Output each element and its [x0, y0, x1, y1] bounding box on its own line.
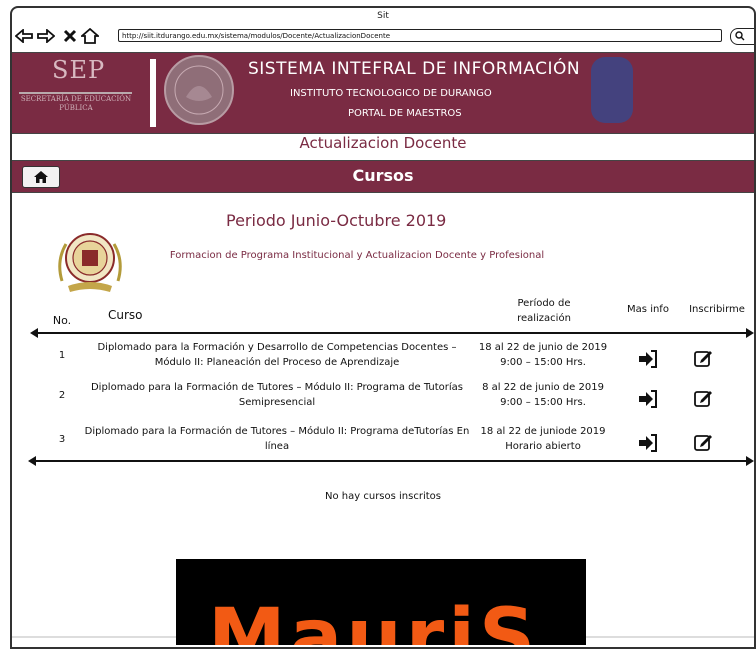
row-period: 8 al 22 de junio de 2019 9:00 – 15:00 Hr…	[482, 382, 604, 408]
itd-logo	[50, 226, 130, 296]
table-top-divider	[30, 328, 754, 338]
col-header-inscribir: Inscribirme	[689, 304, 745, 315]
sign-in-arrow-icon[interactable]	[638, 390, 658, 408]
section-bar: Cursos	[12, 160, 754, 193]
row-period: 18 al 22 de juniode 2019 Horario abierto	[480, 426, 606, 452]
site-header: SEP SECRETARÍA DE EDUCACIÓN PÚBLICA SIST…	[12, 52, 754, 134]
col-header-periodo: Período de realización	[517, 298, 571, 324]
sep-logo-text: SEP	[52, 56, 106, 84]
close-icon[interactable]	[60, 26, 80, 46]
edit-icon[interactable]	[694, 348, 714, 368]
search-icon	[735, 31, 745, 41]
system-title: SISTEMA INTEFRAL DE INFORMACIÓN	[248, 59, 581, 79]
row-course: Diplomado para la Formación y Desarrollo…	[97, 342, 457, 368]
table-row: 3 Diplomado para la Formación de Tutores…	[12, 422, 754, 462]
col-header-info: Mas info	[627, 304, 669, 315]
row-course: Diplomado para la Formación de Tutores –…	[90, 382, 464, 408]
watermark-text: MauriS	[208, 593, 540, 645]
institute-name: INSTITUTO TECNOLOGICO DE DURANGO	[290, 88, 492, 99]
edit-icon[interactable]	[694, 432, 714, 452]
sign-in-arrow-icon[interactable]	[638, 350, 658, 368]
col-header-no: No.	[52, 314, 72, 327]
forward-arrow-icon[interactable]	[36, 26, 56, 46]
row-number: 2	[58, 390, 66, 401]
row-number: 3	[58, 434, 66, 445]
table-row: 2 Diplomado para la Formación de Tutores…	[12, 378, 754, 418]
browser-window: Sit http://siit.itdurango.edu.mx/sistema…	[10, 6, 756, 649]
row-period: 18 al 22 de junio de 2019 9:00 – 15:00 H…	[478, 342, 608, 368]
row-number: 1	[58, 350, 66, 361]
header-divider	[150, 59, 156, 127]
program-description: Formacion de Programa Institucional y Ac…	[169, 250, 545, 261]
col-header-curso: Curso	[108, 308, 143, 322]
section-title: Cursos	[352, 166, 414, 185]
periodo-title: Periodo Junio-Octubre 2019	[226, 211, 447, 230]
window-title: Sit	[377, 11, 389, 21]
url-bar[interactable]: http://siit.itdurango.edu.mx/sistema/mod…	[118, 29, 722, 42]
page-subtitle: Actualizacion Docente	[299, 134, 467, 152]
tecnm-logo	[591, 57, 633, 123]
sep-divider	[19, 92, 132, 94]
empty-enrolled-message: No hay cursos inscritos	[325, 491, 441, 502]
edit-icon[interactable]	[694, 388, 714, 408]
back-arrow-icon[interactable]	[14, 26, 34, 46]
mexico-seal-logo	[164, 55, 234, 125]
home-icon[interactable]	[80, 26, 100, 46]
search-field[interactable]	[730, 28, 754, 45]
portal-name: PORTAL DE MAESTROS	[348, 108, 462, 119]
watermark-overlay: MauriS	[176, 559, 586, 645]
table-row: 1 Diplomado para la Formación y Desarrol…	[12, 338, 754, 378]
table-bottom-divider	[28, 456, 754, 466]
browser-navbar: http://siit.itdurango.edu.mx/sistema/mod…	[12, 24, 754, 48]
sep-subtitle: SECRETARÍA DE EDUCACIÓN PÚBLICA	[20, 95, 132, 112]
sign-in-arrow-icon[interactable]	[638, 434, 658, 452]
row-course: Diplomado para la Formación de Tutores –…	[84, 426, 470, 452]
